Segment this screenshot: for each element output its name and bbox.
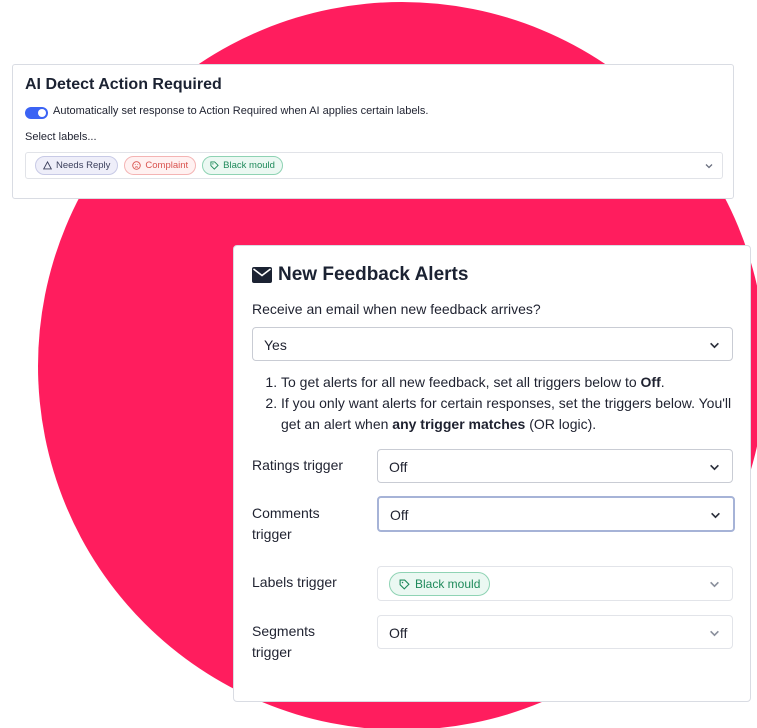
ratings-trigger-label: Ratings trigger xyxy=(252,457,344,473)
tag-complaint[interactable]: Complaint xyxy=(124,156,197,175)
select-value: Yes xyxy=(264,337,287,353)
ratings-trigger-select[interactable]: Off xyxy=(377,449,733,483)
comments-trigger-label: Comments trigger xyxy=(252,505,320,542)
segments-trigger-label: Segments trigger xyxy=(252,623,316,660)
chevron-down-icon xyxy=(710,581,719,588)
labels-trigger-select[interactable]: Black mould xyxy=(377,566,733,601)
tag-icon xyxy=(399,579,410,590)
instructions-list: To get alerts for all new feedback, set … xyxy=(261,372,741,435)
chevron-down-icon xyxy=(710,630,719,637)
tag-label: Black mould xyxy=(415,577,481,591)
toggle-label: Automatically set response to Action Req… xyxy=(53,105,429,117)
warning-triangle-icon xyxy=(43,161,52,170)
email-alert-select[interactable]: Yes xyxy=(252,327,733,361)
instruction-step-2: If you only want alerts for certain resp… xyxy=(281,393,741,435)
chevron-down-icon xyxy=(711,512,720,519)
tag-label: Black mould xyxy=(223,160,275,171)
tag-label: Complaint xyxy=(145,160,189,171)
auto-action-toggle[interactable] xyxy=(25,107,48,119)
feedback-alerts-card: New Feedback Alerts Receive an email whe… xyxy=(233,245,751,702)
labels-trigger-label: Labels trigger xyxy=(252,574,337,590)
tag-needs-reply[interactable]: Needs Reply xyxy=(35,156,119,175)
frown-face-icon xyxy=(132,161,142,170)
ai-detect-card: AI Detect Action Required Automatically … xyxy=(12,64,734,199)
chevron-down-icon xyxy=(705,164,713,169)
selected-tags: Needs Reply Complaint Black mould xyxy=(35,156,283,175)
page-title: New Feedback Alerts xyxy=(278,264,469,285)
feedback-alerts-heading: New Feedback Alerts xyxy=(252,264,468,286)
segments-trigger-select[interactable]: Off xyxy=(377,615,733,649)
select-labels-caption: Select labels... xyxy=(25,131,97,143)
ai-detect-title: AI Detect Action Required xyxy=(25,76,222,93)
toggle-knob xyxy=(38,109,46,117)
select-value: Off xyxy=(389,459,408,475)
tag-icon xyxy=(210,161,219,170)
chevron-down-icon xyxy=(710,342,719,349)
comments-trigger-select[interactable]: Off xyxy=(377,496,735,532)
tag-black-mould[interactable]: Black mould xyxy=(202,156,283,175)
chevron-down-icon xyxy=(710,464,719,471)
select-value: Off xyxy=(390,507,409,523)
envelope-icon xyxy=(252,267,272,283)
instruction-step-1: To get alerts for all new feedback, set … xyxy=(281,372,741,393)
labels-multiselect[interactable]: Needs Reply Complaint Black mould xyxy=(25,152,723,179)
email-question: Receive an email when new feedback arriv… xyxy=(252,301,541,317)
select-value: Off xyxy=(389,625,408,641)
tag-label: Needs Reply xyxy=(56,160,111,171)
tag-black-mould[interactable]: Black mould xyxy=(389,572,491,596)
